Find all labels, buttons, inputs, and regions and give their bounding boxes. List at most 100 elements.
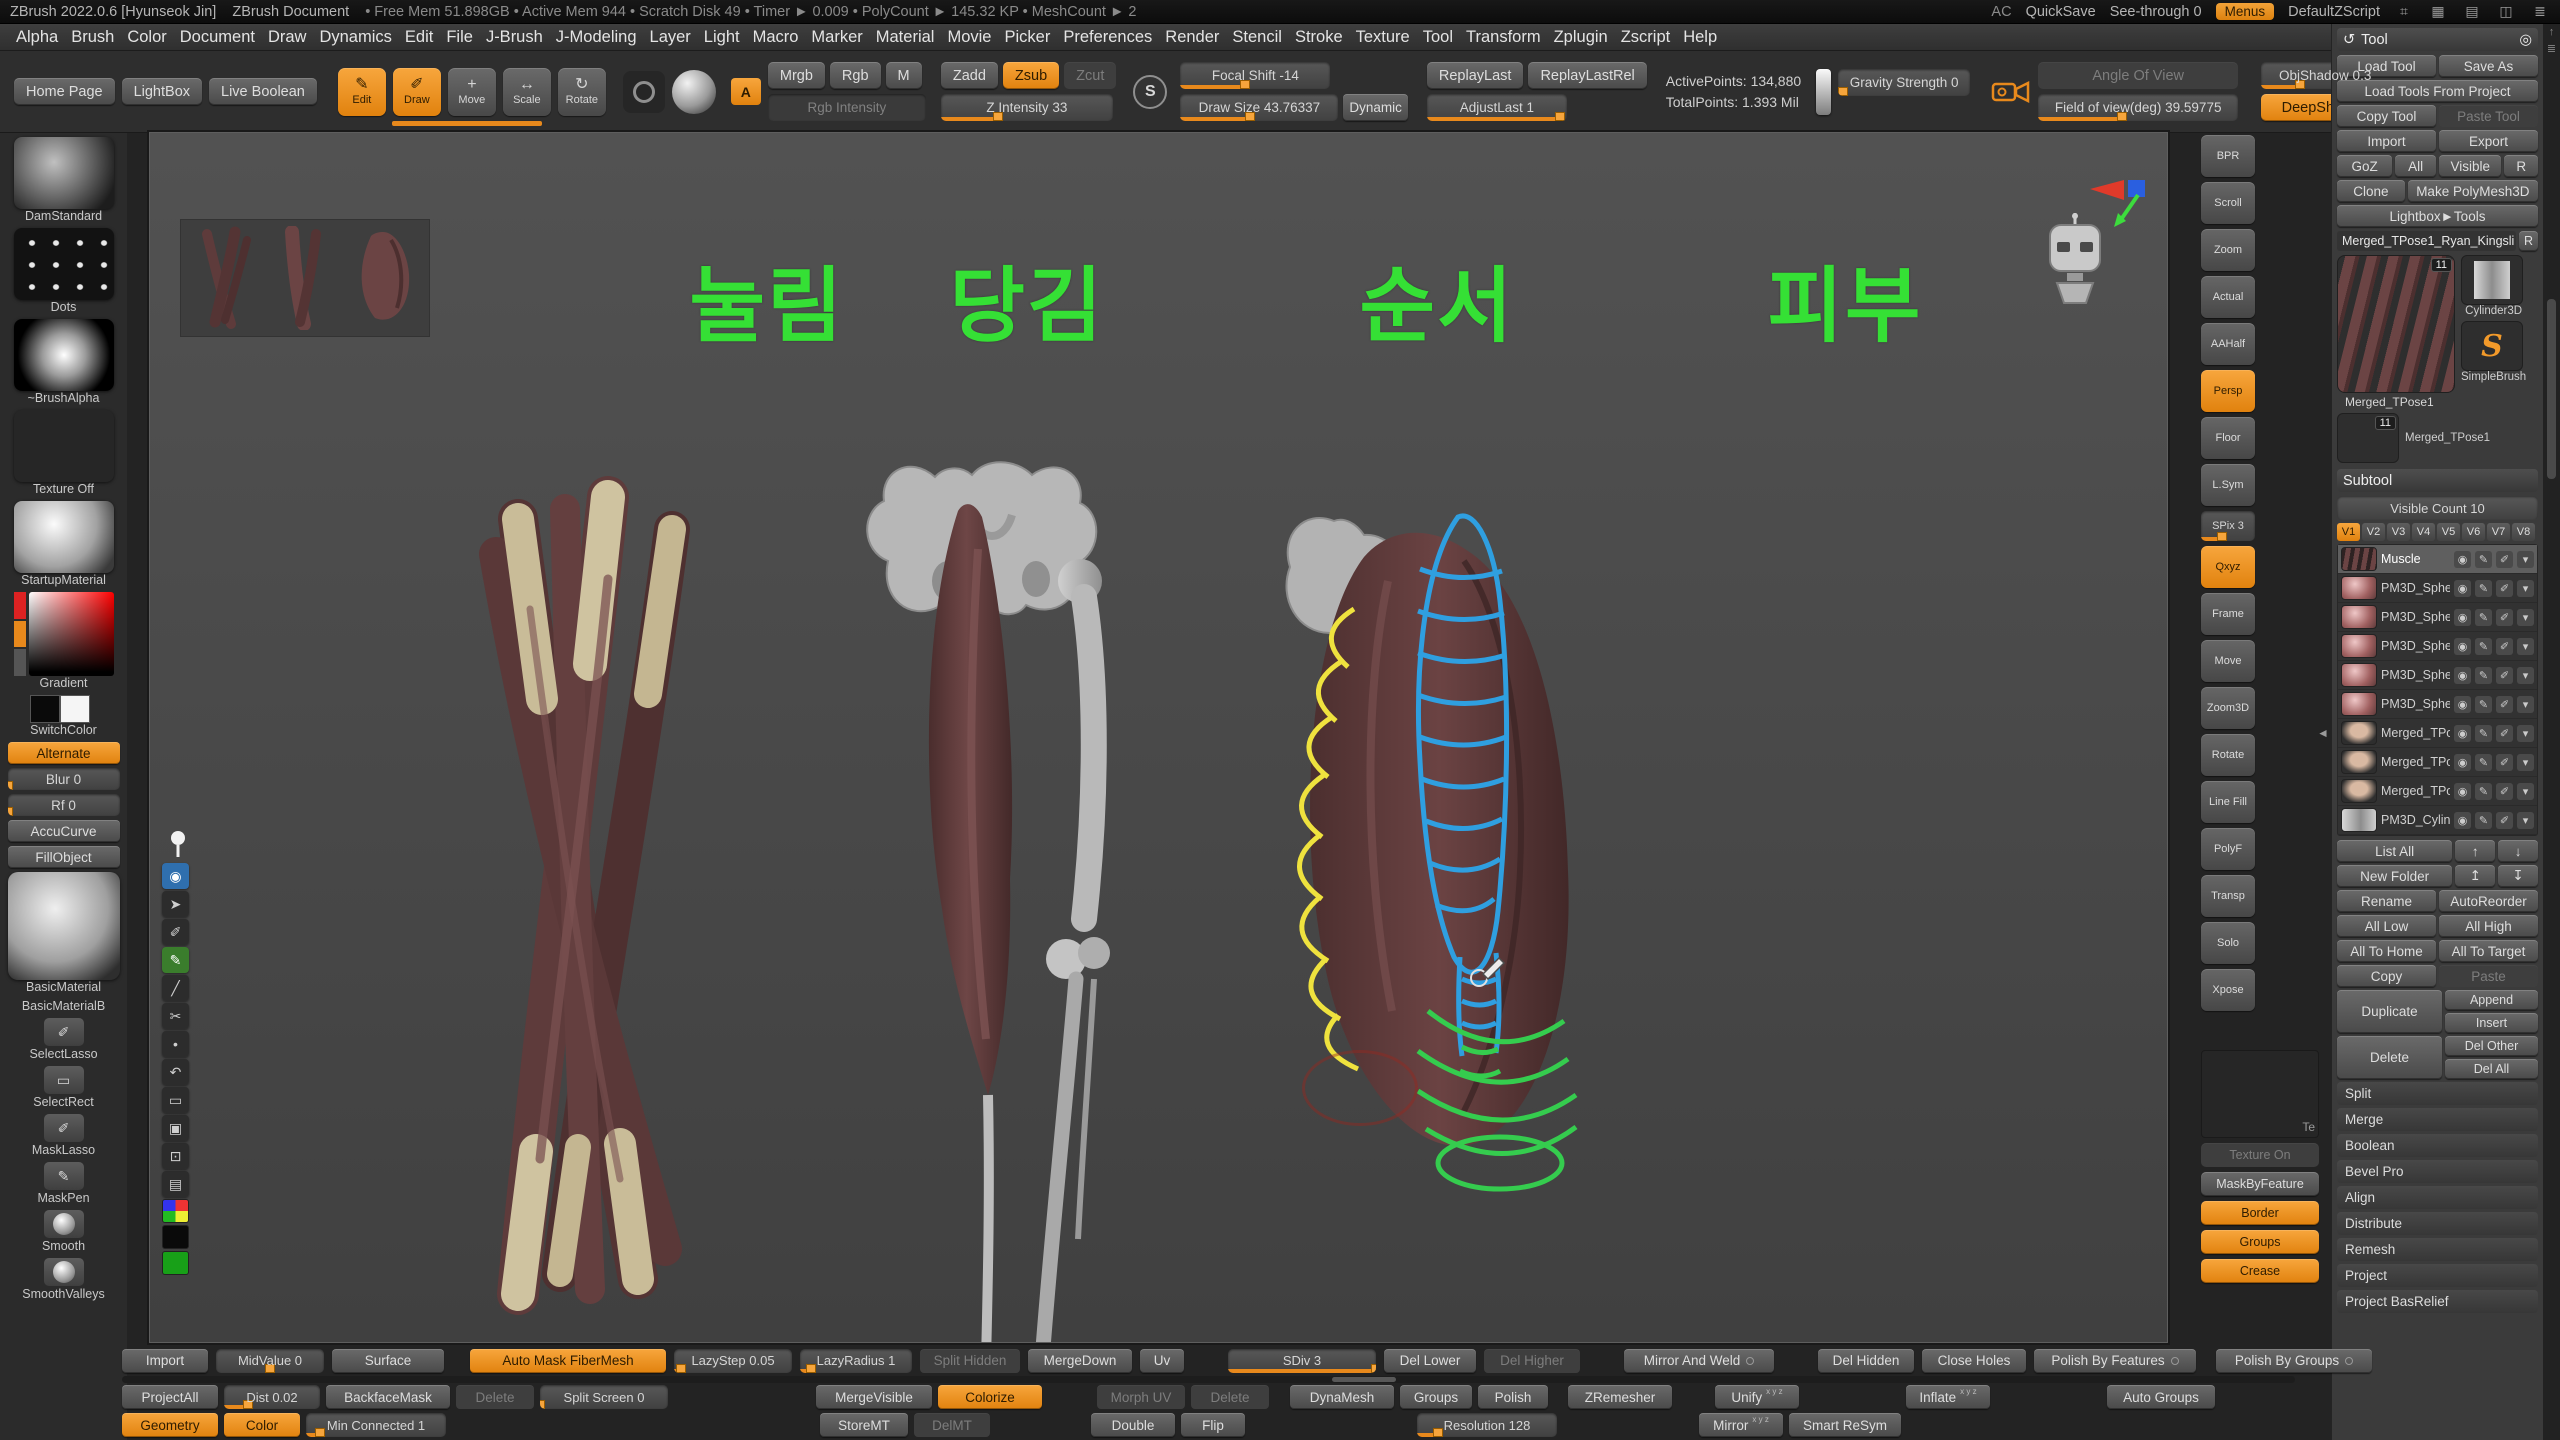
- dots-thumbnail[interactable]: [14, 228, 114, 300]
- bottom-button-unify[interactable]: Unifyx y z: [1715, 1385, 1799, 1409]
- brush-icon[interactable]: ✎: [2475, 667, 2492, 684]
- pen-icon[interactable]: ✐: [2496, 638, 2513, 655]
- pen-icon[interactable]: ✐: [2496, 725, 2513, 742]
- sidebar-item-rf-0[interactable]: Rf 0: [8, 794, 120, 816]
- menu-item-draw[interactable]: Draw: [268, 28, 307, 47]
- eye-icon[interactable]: ◉: [2454, 696, 2471, 713]
- palette-circle-icon[interactable]: ◎: [2519, 32, 2532, 48]
- more-icon[interactable]: ▾: [2517, 551, 2534, 568]
- bottom-button-uv[interactable]: Uv: [1140, 1349, 1184, 1373]
- menu-item-stroke[interactable]: Stroke: [1295, 28, 1343, 47]
- panel-icon[interactable]: ▤: [2462, 3, 2482, 20]
- sidebar-item-blur-0[interactable]: Blur 0: [8, 768, 120, 790]
- bottom-button-double[interactable]: Double: [1091, 1413, 1175, 1437]
- rightshelf-zoom[interactable]: Zoom: [2201, 229, 2255, 271]
- bottom-slider-midvalue-0[interactable]: MidValue 0: [216, 1349, 324, 1373]
- menu-item-j-brush[interactable]: J-Brush: [486, 28, 543, 47]
- bottom-button-flip[interactable]: Flip: [1181, 1413, 1245, 1437]
- brush-icon[interactable]: ✎: [2475, 580, 2492, 597]
- subtool-button-list-all[interactable]: List All: [2337, 840, 2452, 862]
- recent-tool-simplebrush[interactable]: S: [2461, 321, 2523, 371]
- basicmaterial-thumbnail[interactable]: [8, 872, 120, 980]
- sidebar-item-accucurve[interactable]: AccuCurve: [8, 820, 120, 842]
- bottom-slider-min-connected-1[interactable]: Min Connected 1: [306, 1413, 446, 1437]
- rightshelf-bpr[interactable]: BPR: [2201, 135, 2255, 177]
- rightshelf-spix-3[interactable]: SPix 3: [2201, 511, 2255, 541]
- section-boolean[interactable]: Boolean: [2337, 1134, 2538, 1157]
- dynamic-toggle[interactable]: Dynamic: [1343, 94, 1408, 121]
- more-icon[interactable]: ▾: [2517, 638, 2534, 655]
- dot-icon[interactable]: •: [162, 1031, 189, 1057]
- bottom-button-zremesher[interactable]: ZRemesher: [1568, 1385, 1672, 1409]
- sidebar-item-smooth[interactable]: Smooth: [8, 1210, 120, 1254]
- subtool-item-pm3d-sphere3d1[interactable]: PM3D_Sphere3D1◉✎✐▾: [2338, 603, 2537, 632]
- replay-last-button[interactable]: ReplayLast: [1427, 62, 1524, 89]
- bottom-button-inflate[interactable]: Inflatex y z: [1906, 1385, 1990, 1409]
- secondary-color-swatch[interactable]: [60, 695, 90, 723]
- eye-icon[interactable]: ◉: [2454, 638, 2471, 655]
- brush-icon[interactable]: ✎: [2475, 725, 2492, 742]
- brush-icon[interactable]: ✎: [2475, 609, 2492, 626]
- section-merge[interactable]: Merge: [2337, 1108, 2538, 1131]
- panel-collapse-arrow[interactable]: ◄: [2317, 726, 2329, 740]
- pin-icon[interactable]: [166, 829, 190, 859]
- menus-button[interactable]: Menus: [2216, 3, 2275, 20]
- subtool-item-muscle[interactable]: Muscle◉✎✐▾: [2338, 545, 2537, 574]
- window-icon[interactable]: ◫: [2496, 3, 2516, 20]
- subtool-tab-v1[interactable]: V1: [2337, 523, 2360, 541]
- menu-item-tool[interactable]: Tool: [1423, 28, 1453, 47]
- subtool-tab-v4[interactable]: V4: [2412, 523, 2435, 541]
- brush-icon[interactable]: ✎: [2475, 812, 2492, 829]
- pen-icon[interactable]: ✎: [162, 947, 189, 973]
- more-icon[interactable]: ▾: [2517, 725, 2534, 742]
- menu-item-material[interactable]: Material: [876, 28, 935, 47]
- home-page-button[interactable]: Home Page: [14, 78, 115, 105]
- subtool-button-delete[interactable]: Delete: [2337, 1036, 2442, 1079]
- section-split[interactable]: Split: [2337, 1082, 2538, 1105]
- sidebar-item-fillobject[interactable]: FillObject: [8, 846, 120, 868]
- more-icon[interactable]: ▾: [2517, 783, 2534, 800]
- canvas[interactable]: 눌림 당김 순서 피부: [150, 133, 2167, 1342]
- subtool-button-rename[interactable]: Rename: [2337, 890, 2436, 912]
- edit-button[interactable]: ✎ Edit: [338, 68, 386, 116]
- mask-by-feature-button[interactable]: MaskByFeature: [2201, 1172, 2319, 1196]
- startupmaterial-thumbnail[interactable]: [14, 501, 114, 573]
- move-button[interactable]: + Move: [448, 68, 496, 116]
- subtool-button-insert[interactable]: Insert: [2445, 1013, 2538, 1033]
- black-swatch[interactable]: [162, 1225, 189, 1249]
- line-icon[interactable]: ╱: [162, 975, 189, 1001]
- subtool-item-pm3d-cylinder3d1[interactable]: PM3D_Cylinder3D1◉✎✐▾: [2338, 806, 2537, 835]
- menu-item-picker[interactable]: Picker: [1004, 28, 1050, 47]
- hscroll-thumb[interactable]: [1332, 1377, 1396, 1382]
- subtool-button-all-to-target[interactable]: All To Target: [2439, 940, 2538, 962]
- tool-button-copy-tool[interactable]: Copy Tool: [2337, 105, 2436, 127]
- bottom-button-import[interactable]: Import: [122, 1349, 208, 1373]
- quicksave-button[interactable]: QuickSave: [2026, 4, 2096, 20]
- zadd-button[interactable]: Zadd: [941, 62, 998, 89]
- brush-icon[interactable]: ✎: [2475, 638, 2492, 655]
- subtool-item-merged-tpose1-ryan-kingslie[interactable]: Merged_TPose1_Ryan_Kingslie◉✎✐▾: [2338, 719, 2537, 748]
- bottom-button-del-hidden[interactable]: Del Hidden: [1818, 1349, 1914, 1373]
- bottom-button-groups[interactable]: Groups: [1400, 1385, 1472, 1409]
- bottom-button-auto-mask-fibermesh[interactable]: Auto Mask FiberMesh: [470, 1349, 666, 1373]
- fov-slider[interactable]: Field of view(deg) 39.59775: [2038, 94, 2238, 121]
- tool-button-export[interactable]: Export: [2439, 130, 2538, 152]
- sidebar-item-selectrect[interactable]: ▭SelectRect: [8, 1066, 120, 1110]
- rightshelf-zoom3d[interactable]: Zoom3D: [2201, 687, 2255, 729]
- monitor-icon[interactable]: ▣: [162, 1115, 189, 1141]
- sidebar-item-dots[interactable]: Dots: [14, 228, 114, 315]
- menu-item-macro[interactable]: Macro: [753, 28, 799, 47]
- more-icon[interactable]: ▾: [2517, 667, 2534, 684]
- tool-button-goz[interactable]: GoZ: [2337, 155, 2392, 177]
- menu-item-color[interactable]: Color: [127, 28, 166, 47]
- bottom-button-projectall[interactable]: ProjectAll: [122, 1385, 218, 1409]
- rightshelf-transp[interactable]: Transp: [2201, 875, 2255, 917]
- visible-count-slider[interactable]: Visible Count 10: [2337, 496, 2538, 520]
- subtool-button-x[interactable]: ↑: [2455, 840, 2495, 862]
- subtool-button-del-other[interactable]: Del Other: [2445, 1036, 2538, 1056]
- m-button[interactable]: M: [886, 62, 922, 89]
- bottom-button-color[interactable]: Color: [224, 1413, 300, 1437]
- trash-icon[interactable]: ▭: [162, 1087, 189, 1113]
- bottom-button-mirror-and-weld[interactable]: Mirror And Weld: [1624, 1349, 1774, 1373]
- gravity-direction-widget[interactable]: [1816, 69, 1831, 115]
